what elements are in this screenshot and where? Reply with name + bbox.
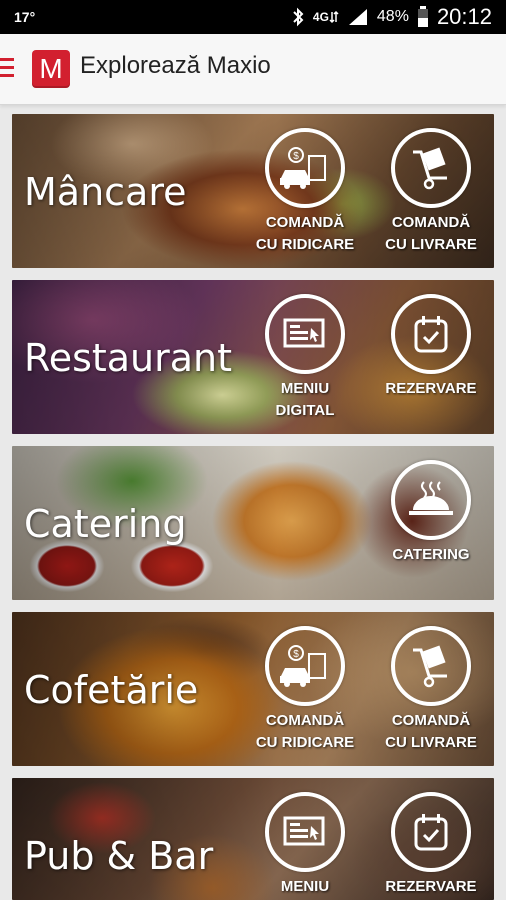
pickup-order-label: COMANDĂ CU RIDICARE <box>255 214 355 253</box>
clock: 20:12 <box>436 4 492 29</box>
category-title: Restaurant <box>24 336 233 380</box>
category-card-pub-bar[interactable]: Pub & Bar MENIU REZERVARE <box>12 778 494 900</box>
pickup-order-icon: $ <box>265 626 345 706</box>
delivery-order-button[interactable]: COMANDĂ CU LIVRARE <box>376 626 486 754</box>
cloche-icon <box>391 460 471 540</box>
delivery-order-label: COMANDĂ CU LIVRARE <box>385 214 477 253</box>
pickup-order-label: COMANDĂ CU RIDICARE <box>255 712 355 751</box>
reservation-label: REZERVARE <box>385 878 477 895</box>
category-card-catering[interactable]: Catering CATERING <box>12 446 494 600</box>
status-bar: 17° 4G 48% 20:12 <box>0 0 506 34</box>
category-card-cofetarie[interactable]: Cofetărie $ COMANDĂ CU RIDICARE COMANDĂ … <box>12 612 494 766</box>
pickup-order-button[interactable]: $ COMANDĂ CU RIDICARE <box>250 128 360 256</box>
network-type: 4G <box>313 10 339 24</box>
svg-text:$: $ <box>293 151 299 162</box>
pickup-order-icon: $ <box>265 128 345 208</box>
category-title: Pub & Bar <box>24 834 214 878</box>
delivery-order-button[interactable]: COMANDĂ CU LIVRARE <box>376 128 486 256</box>
battery-icon <box>417 6 429 28</box>
signal-icon <box>347 7 369 27</box>
delivery-cart-icon <box>391 626 471 706</box>
page-title: Explorează Maxio <box>80 52 271 79</box>
svg-text:$: $ <box>293 649 299 660</box>
digital-menu-label: MENIU <box>280 878 330 895</box>
catering-label: CATERING <box>392 546 470 563</box>
digital-menu-button[interactable]: MENIU <box>250 792 360 898</box>
category-title: Mâncare <box>24 170 187 214</box>
pickup-order-button[interactable]: $ COMANDĂ CU RIDICARE <box>250 626 360 754</box>
delivery-cart-icon <box>391 128 471 208</box>
digital-menu-label: MENIU DIGITAL <box>275 380 335 419</box>
calendar-check-icon <box>391 294 471 374</box>
category-card-restaurant[interactable]: Restaurant MENIU DIGITAL REZERVARE <box>12 280 494 434</box>
category-title: Catering <box>24 502 187 546</box>
bluetooth-icon <box>291 7 305 27</box>
reservation-label: REZERVARE <box>385 380 477 397</box>
delivery-order-label: COMANDĂ CU LIVRARE <box>385 712 477 751</box>
weather-temperature: 17° <box>14 9 36 25</box>
reservation-button[interactable]: REZERVARE <box>376 792 486 898</box>
battery-percent: 48% <box>376 8 409 25</box>
digital-menu-icon <box>265 294 345 374</box>
reservation-button[interactable]: REZERVARE <box>376 294 486 400</box>
app-logo[interactable]: M <box>32 50 70 88</box>
digital-menu-icon <box>265 792 345 872</box>
catering-button[interactable]: CATERING <box>376 460 486 566</box>
category-card-mancare[interactable]: Mâncare $ COMANDĂ CU RIDICARE COMANDĂ CU… <box>12 114 494 268</box>
digital-menu-button[interactable]: MENIU DIGITAL <box>250 294 360 422</box>
category-title: Cofetărie <box>24 668 199 712</box>
hamburger-menu-icon[interactable] <box>0 58 14 78</box>
calendar-check-icon <box>391 792 471 872</box>
app-bar: M Explorează Maxio <box>0 34 506 105</box>
